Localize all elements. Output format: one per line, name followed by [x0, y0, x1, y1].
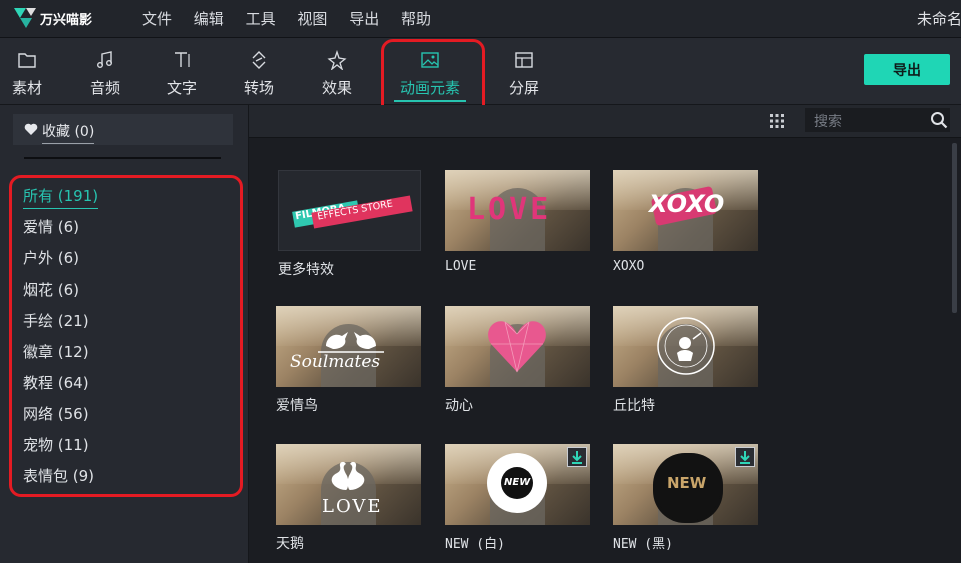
favorites-button[interactable]: 收藏 (0)	[13, 114, 233, 145]
element-item-cupid[interactable]: 丘比特	[613, 306, 758, 416]
element-item-xoxo[interactable]: XOXO XOXO	[613, 170, 758, 280]
menu-edit[interactable]: 编辑	[194, 10, 224, 28]
element-name: NEW (黑)	[613, 537, 673, 552]
menu-help[interactable]: 帮助	[401, 10, 431, 28]
tab-elements[interactable]: 动画元素	[384, 38, 476, 104]
thumbnail	[613, 306, 758, 387]
folder-icon	[18, 53, 36, 68]
thumbnail	[445, 306, 590, 387]
overlay-text: XOXO	[649, 190, 725, 218]
tab-label: 分屏	[508, 79, 539, 97]
category-network[interactable]: 网络 (56)	[23, 403, 89, 424]
category-love[interactable]: 爱情 (6)	[23, 216, 79, 237]
element-name: 丘比特	[613, 398, 655, 414]
scrollbar[interactable]	[952, 143, 957, 313]
tab-transitions[interactable]: 转场	[224, 38, 294, 104]
transition-icon	[252, 51, 266, 69]
overlay-text: NEW	[667, 474, 707, 492]
tab-label: 动画元素	[399, 79, 460, 97]
thumbnail: LOVE	[276, 444, 421, 525]
elements-panel: 搜索 FILMORA EFFECTS STORE 更多特效 LOVE LOVE …	[249, 105, 961, 563]
category-hand-drawn[interactable]: 手绘 (21)	[23, 310, 89, 331]
tab-effects[interactable]: 效果	[302, 38, 372, 104]
content-header: 搜索	[249, 105, 961, 138]
element-name: LOVE	[445, 259, 477, 274]
element-item-swans[interactable]: LOVE 天鹅	[276, 444, 421, 554]
element-name: XOXO	[613, 259, 645, 274]
thumbnail: LOVE	[445, 170, 590, 251]
element-name: NEW (白)	[445, 537, 505, 552]
image-icon	[421, 52, 439, 68]
category-all[interactable]: 所有 (191)	[23, 185, 99, 209]
element-item-love[interactable]: LOVE LOVE	[445, 170, 590, 280]
element-name: 更多特效	[278, 262, 334, 278]
tab-label: 音频	[89, 79, 120, 97]
element-item-love-birds[interactable]: Soulmates 爱情鸟	[276, 306, 421, 416]
menu-view[interactable]: 视图	[297, 10, 327, 28]
overlay-text: Soulmates	[290, 352, 381, 372]
element-item-new-black[interactable]: NEW NEW (黑)	[613, 444, 758, 554]
polygon-heart-icon	[488, 321, 546, 373]
menu-export[interactable]: 导出	[349, 10, 379, 28]
thumbnail: NEW	[613, 444, 758, 525]
cupid-badge-icon	[657, 317, 715, 375]
media-toolbar: 素材 音频 文字 转场 效果 动画元素 分屏	[0, 38, 961, 105]
project-name: 未命名:	[916, 10, 961, 28]
menu-tools[interactable]: 工具	[246, 10, 276, 28]
thumbnail: FILMORA EFFECTS STORE	[278, 170, 421, 251]
category-emoji[interactable]: 表情包 (9)	[23, 465, 94, 486]
category-sidebar: 收藏 (0) 所有 (191) 爱情 (6) 户外 (6) 烟花 (6) 手绘 …	[0, 105, 249, 563]
category-pets[interactable]: 宠物 (11)	[23, 434, 89, 455]
tab-label: 素材	[11, 79, 42, 97]
element-name: 天鹅	[276, 536, 304, 552]
tab-audio[interactable]: 音频	[70, 38, 140, 104]
tab-label: 效果	[321, 79, 352, 97]
category-fireworks[interactable]: 烟花 (6)	[23, 279, 79, 300]
category-outdoor[interactable]: 户外 (6)	[23, 247, 79, 268]
element-name: 动心	[445, 398, 473, 414]
text-icon	[175, 52, 190, 67]
tab-label: 转场	[243, 79, 274, 97]
split-screen-icon	[515, 52, 533, 68]
overlay-text: NEW	[504, 477, 531, 488]
sidebar-divider	[24, 157, 221, 159]
download-icon	[740, 451, 750, 464]
overlay-text: LOVE	[322, 496, 383, 517]
tab-media[interactable]: 素材	[0, 38, 62, 104]
download-icon	[572, 451, 582, 464]
search-placeholder: 搜索	[814, 114, 842, 130]
element-name: 爱情鸟	[276, 398, 318, 414]
favorites-label: 收藏 (0)	[42, 121, 95, 144]
thumbnail: XOXO	[613, 170, 758, 251]
download-button[interactable]	[735, 447, 755, 467]
app-name: 万兴喵影	[40, 13, 93, 28]
category-tutorial[interactable]: 教程 (64)	[23, 372, 89, 393]
music-note-icon	[97, 51, 112, 68]
grid-view-icon[interactable]	[769, 113, 785, 129]
swans-icon	[331, 461, 365, 490]
tab-split-screen[interactable]: 分屏	[489, 38, 559, 104]
element-item-heartbeat[interactable]: 动心	[445, 306, 590, 416]
element-item-new-white[interactable]: NEW NEW (白)	[445, 444, 590, 554]
effects-icon	[327, 50, 347, 70]
tab-label: 文字	[166, 79, 197, 97]
heart-icon	[24, 123, 38, 135]
app-logo-icon	[14, 8, 36, 28]
menu-bar: 万兴喵影 文件 编辑 工具 视图 导出 帮助 未命名:	[0, 0, 961, 38]
search-input[interactable]: 搜索	[805, 108, 950, 132]
overlay-text: LOVE	[467, 192, 552, 227]
element-item-more-effects[interactable]: FILMORA EFFECTS STORE 更多特效	[278, 170, 423, 280]
search-icon[interactable]	[930, 111, 948, 129]
export-button[interactable]: 导出	[864, 54, 950, 85]
thumbnail: NEW	[445, 444, 590, 525]
tab-text[interactable]: 文字	[147, 38, 217, 104]
main-menu: 文件 编辑 工具 视图 导出 帮助	[142, 8, 448, 29]
download-button[interactable]	[567, 447, 587, 467]
category-badges[interactable]: 徽章 (12)	[23, 341, 89, 362]
menu-file[interactable]: 文件	[142, 10, 172, 28]
thumbnail: Soulmates	[276, 306, 421, 387]
